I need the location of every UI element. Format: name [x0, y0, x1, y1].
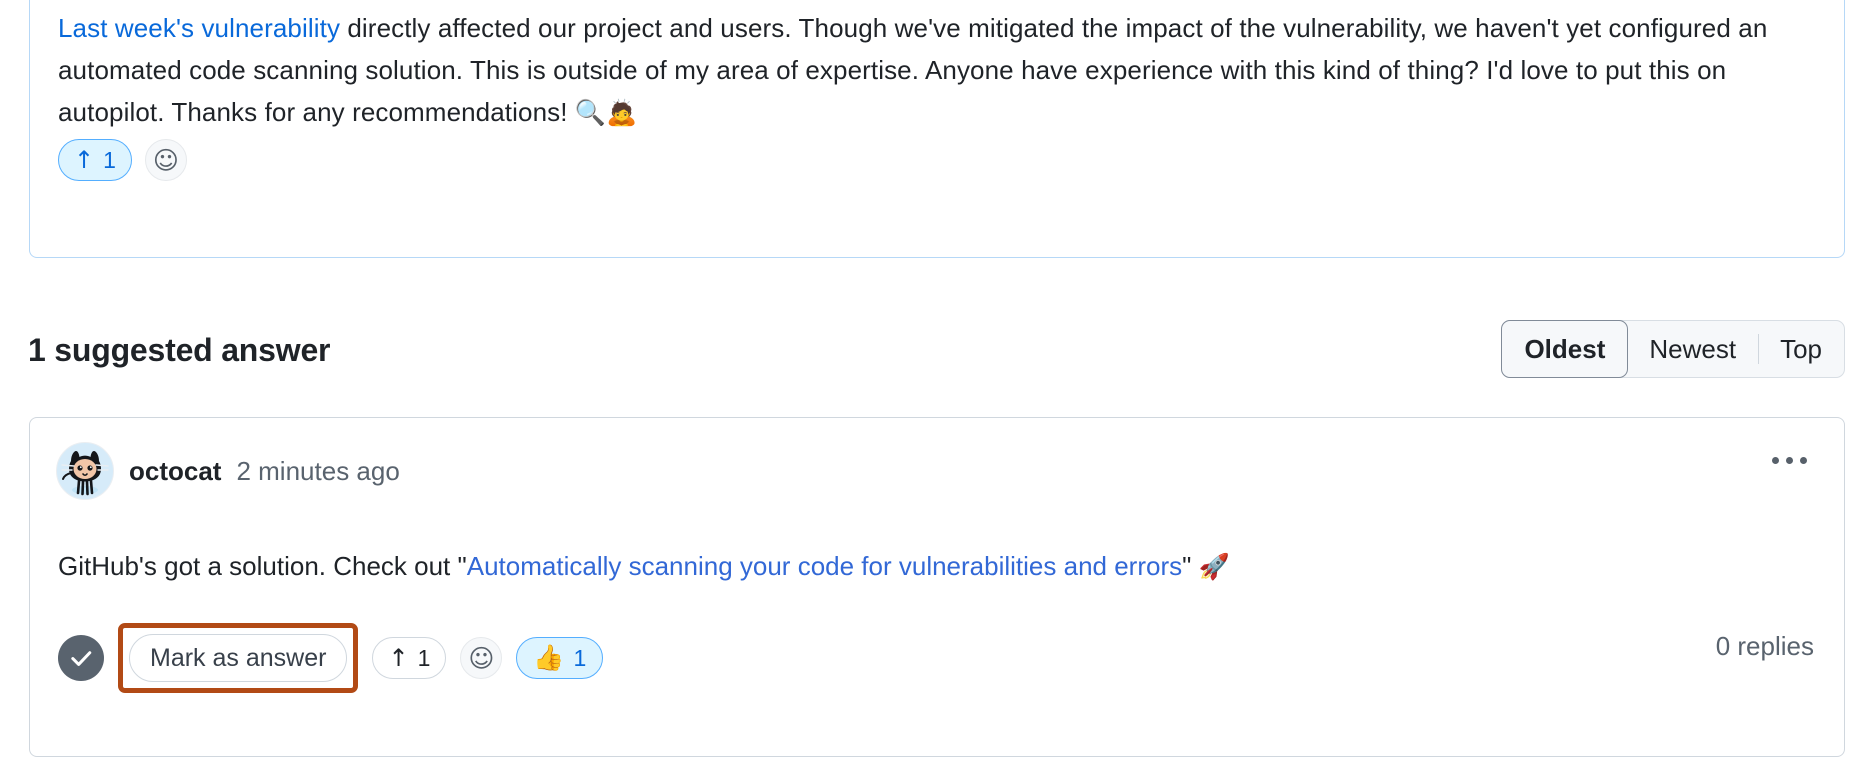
question-comment-card: Last week's vulnerability directly affec… [29, 0, 1845, 258]
answer-action-row: Mark as answer ↑ 1 ☺ 👍 1 [58, 623, 604, 693]
sort-segmented-control[interactable]: Oldest Newest Top [1501, 320, 1845, 378]
smiley-icon: ☺ [468, 643, 495, 673]
kebab-dot [1771, 456, 1779, 464]
answer-thumbsup-reaction-button[interactable]: 👍 1 [516, 637, 604, 679]
question-add-reaction-button[interactable]: ☺ [144, 139, 187, 181]
replies-count-label: 0 replies [1715, 631, 1814, 661]
answer-thumbsup-count: 1 [573, 644, 587, 671]
suggested-answers-header: 1 suggested answer Oldest Newest Top [28, 318, 1845, 382]
sort-option-newest[interactable]: Newest [1627, 321, 1758, 377]
answer-author-row: octocat 2 minutes ago [56, 442, 400, 500]
sort-option-top[interactable]: Top [1758, 321, 1844, 377]
answer-body-prefix: GitHub's got a solution. Check out " [58, 551, 467, 581]
answer-body-text: GitHub's got a solution. Check out "Auto… [58, 546, 1798, 587]
octocat-avatar[interactable] [56, 442, 114, 500]
suggested-answer-card: octocat 2 minutes ago GitHub's got a sol… [29, 417, 1845, 757]
mark-as-answer-highlight: Mark as answer [118, 623, 359, 693]
kebab-dot [1785, 456, 1793, 464]
kebab-horizontal-icon[interactable] [1764, 440, 1814, 480]
question-body-text: Last week's vulnerability directly affec… [58, 7, 1818, 134]
up-arrow-icon: ↑ [388, 644, 409, 672]
page-title: 1 suggested answer [28, 332, 331, 368]
answer-add-reaction-button[interactable]: ☺ [460, 637, 503, 679]
smiley-icon: ☺ [152, 145, 179, 175]
thumbs-up-icon: 👍 [533, 643, 565, 672]
rocket-emoji-icon: 🚀 [1198, 552, 1230, 581]
question-upvote-count: 1 [103, 146, 116, 173]
answer-upvote-count: 1 [417, 644, 431, 671]
answer-author-name[interactable]: octocat [129, 456, 221, 487]
sort-option-oldest[interactable]: Oldest [1501, 320, 1629, 378]
answer-timestamp: 2 minutes ago [236, 455, 400, 486]
kebab-dot [1799, 456, 1807, 464]
vulnerability-link[interactable]: Last week's vulnerability [58, 13, 340, 43]
answer-upvote-button[interactable]: ↑ 1 [372, 637, 447, 679]
up-arrow-icon: ↑ [74, 146, 95, 174]
code-scanning-docs-link[interactable]: Automatically scanning your code for vul… [467, 551, 1182, 581]
question-upvote-button[interactable]: ↑ 1 [58, 139, 132, 181]
mark-as-answer-button[interactable]: Mark as answer [129, 634, 348, 682]
check-circle-icon[interactable] [58, 635, 104, 681]
question-reaction-row: ↑ 1 ☺ [58, 139, 187, 181]
answer-body-suffix: " [1182, 551, 1199, 581]
question-emoji: 🔍🙇 [574, 98, 638, 127]
discussion-page: Last week's vulnerability directly affec… [0, 0, 1874, 757]
